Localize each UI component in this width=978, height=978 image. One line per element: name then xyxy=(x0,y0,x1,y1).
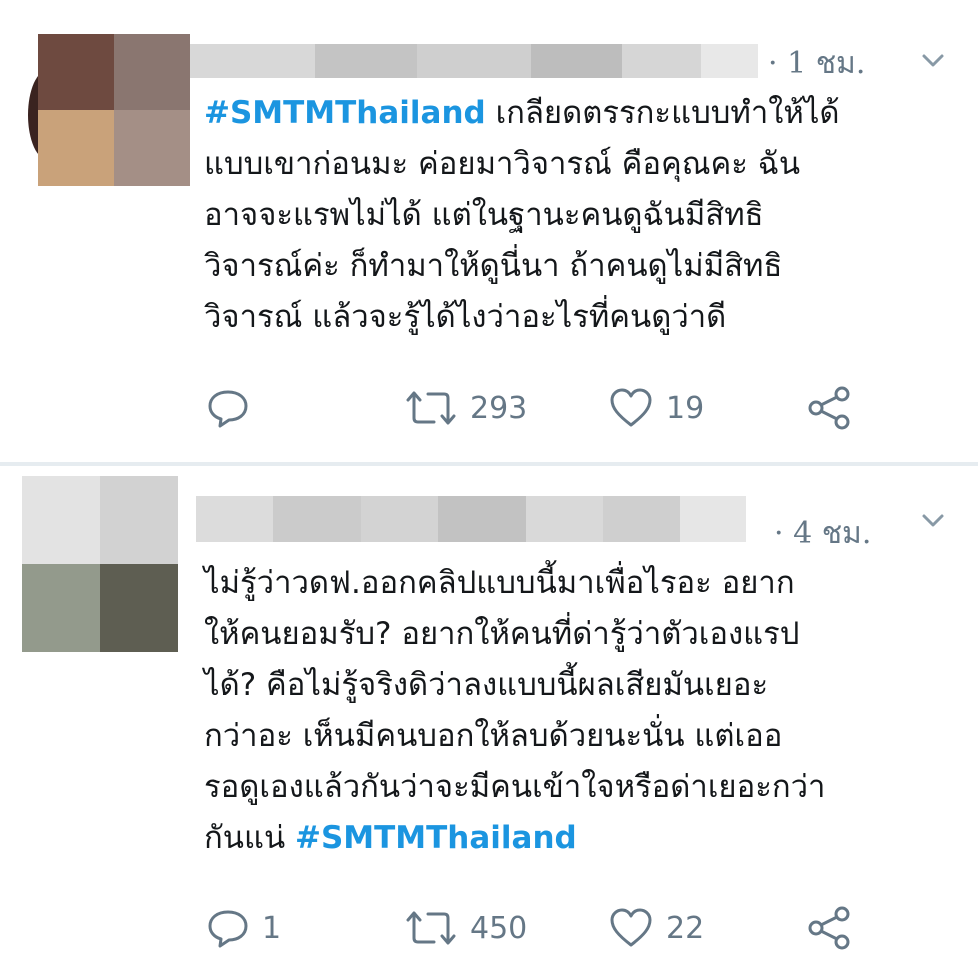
reply-icon xyxy=(208,910,248,948)
share-button[interactable] xyxy=(806,378,854,438)
chevron-down-icon[interactable] xyxy=(916,504,950,538)
share-button[interactable] xyxy=(806,898,854,958)
like-count: 22 xyxy=(666,910,705,946)
user-name-blurred[interactable] xyxy=(196,496,746,542)
tweet-body: เกลียดตรรกะแบบทำให้ได้ แบบเขาก่อนมะ ค่อย… xyxy=(204,95,840,335)
reply-button[interactable] xyxy=(206,378,262,438)
chevron-down-icon[interactable] xyxy=(916,44,950,78)
retweet-count: 293 xyxy=(470,390,528,426)
hashtag-link[interactable]: #SMTMThailand xyxy=(204,95,486,131)
tweet-2[interactable]: · 4 ชม. ไม่รู้ว่าวดฟ.ออกคลิปแบบนี้มาเพื่… xyxy=(0,466,978,978)
tweet-actions: 1 450 22 xyxy=(0,898,978,958)
retweet-button[interactable]: 450 xyxy=(404,898,527,958)
like-icon xyxy=(610,908,652,947)
hashtag-link[interactable]: #SMTMThailand xyxy=(295,820,577,856)
tweet-text: ไม่รู้ว่าวดฟ.ออกคลิปแบบนี้มาเพื่อไรอะ อย… xyxy=(204,558,964,864)
avatar[interactable] xyxy=(22,476,178,652)
tweet-timestamp[interactable]: · 4 ชม. xyxy=(774,510,871,557)
retweet-button[interactable]: 293 xyxy=(404,378,527,438)
retweet-icon xyxy=(406,911,456,945)
share-icon xyxy=(808,386,850,430)
like-icon xyxy=(610,388,652,427)
avatar[interactable] xyxy=(38,34,190,186)
reply-icon xyxy=(208,390,248,428)
tweet-actions: 293 19 xyxy=(0,378,978,438)
like-button[interactable]: 22 xyxy=(608,898,704,958)
tweet-1[interactable]: · 1 ชม. #SMTMThailand เกลียดตรรกะแบบทำให… xyxy=(0,0,978,462)
like-button[interactable]: 19 xyxy=(608,378,704,438)
tweet-body: ไม่รู้ว่าวดฟ.ออกคลิปแบบนี้มาเพื่อไรอะ อย… xyxy=(204,565,826,856)
reply-button[interactable]: 1 xyxy=(206,898,281,958)
like-count: 19 xyxy=(666,390,705,426)
retweet-icon xyxy=(406,391,456,425)
reply-count: 1 xyxy=(262,910,282,946)
retweet-count: 450 xyxy=(470,910,528,946)
share-icon xyxy=(808,906,850,950)
user-name-blurred[interactable] xyxy=(190,44,758,78)
tweet-timestamp[interactable]: · 1 ชม. xyxy=(768,40,865,87)
tweet-text: #SMTMThailand เกลียดตรรกะแบบทำให้ได้ แบบ… xyxy=(204,88,964,343)
